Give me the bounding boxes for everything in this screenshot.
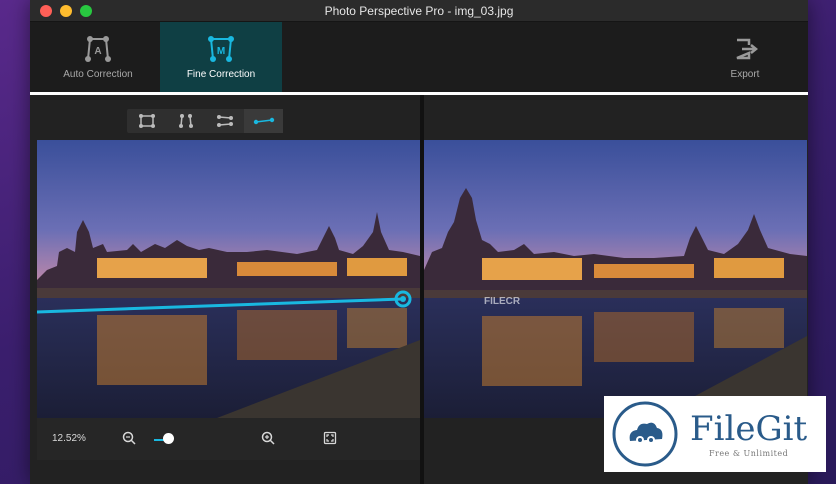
zoom-value: 12.52% xyxy=(52,433,86,444)
filegit-logo-icon xyxy=(612,401,678,467)
fit-to-screen-icon[interactable] xyxy=(323,431,337,445)
horizontal-lines-tool-button[interactable] xyxy=(205,109,244,133)
horizon-line-tool-button[interactable] xyxy=(244,109,283,133)
main-toolbar: A Auto Correction M Fine Correction Expo… xyxy=(30,22,808,92)
horizon-line-tool-icon xyxy=(253,117,274,125)
original-photo-image xyxy=(37,140,420,418)
window-controls xyxy=(40,5,92,17)
zoom-slider-knob[interactable] xyxy=(163,433,174,444)
zoom-bar: 12.52% xyxy=(37,418,420,460)
correction-tools xyxy=(127,109,283,133)
zoom-out-icon[interactable] xyxy=(122,431,136,445)
watermark-overlay-text: FILECR xyxy=(484,296,521,307)
original-photo[interactable] xyxy=(37,140,420,418)
filegit-tagline: Free & Unlimited xyxy=(708,448,789,458)
zoom-in-icon[interactable] xyxy=(261,431,275,445)
zoom-window-button[interactable] xyxy=(80,5,92,17)
svg-text:A: A xyxy=(94,46,101,57)
rectangle-tool-button[interactable] xyxy=(127,109,166,133)
close-window-button[interactable] xyxy=(40,5,52,17)
horizontal-lines-tool-icon xyxy=(216,115,233,127)
tool-strip xyxy=(30,95,808,140)
fine-correction-button[interactable]: M Fine Correction xyxy=(160,22,282,92)
corrected-photo-image: FILECR xyxy=(424,140,807,418)
auto-correction-button[interactable]: A Auto Correction xyxy=(37,22,159,92)
filegit-watermark: FileGit Free & Unlimited xyxy=(604,396,826,472)
filegit-brand: FileGit xyxy=(690,408,808,449)
window-title: Photo Perspective Pro - img_03.jpg xyxy=(324,3,514,18)
fine-correction-label: Fine Correction xyxy=(186,68,256,80)
export-label: Export xyxy=(730,68,760,80)
vertical-lines-tool-icon xyxy=(178,114,193,128)
auto-correction-icon: A xyxy=(85,35,111,62)
title-bar: Photo Perspective Pro - img_03.jpg xyxy=(30,0,808,22)
export-button[interactable]: Export xyxy=(684,22,806,92)
auto-correction-label: Auto Correction xyxy=(63,68,133,80)
export-icon xyxy=(736,38,759,59)
corrected-photo[interactable]: FILECR xyxy=(424,140,807,418)
rectangle-tool-icon xyxy=(138,114,155,128)
vertical-lines-tool-button[interactable] xyxy=(166,109,205,133)
minimize-window-button[interactable] xyxy=(60,5,72,17)
fine-correction-icon: M xyxy=(208,35,234,62)
svg-text:M: M xyxy=(217,46,225,57)
